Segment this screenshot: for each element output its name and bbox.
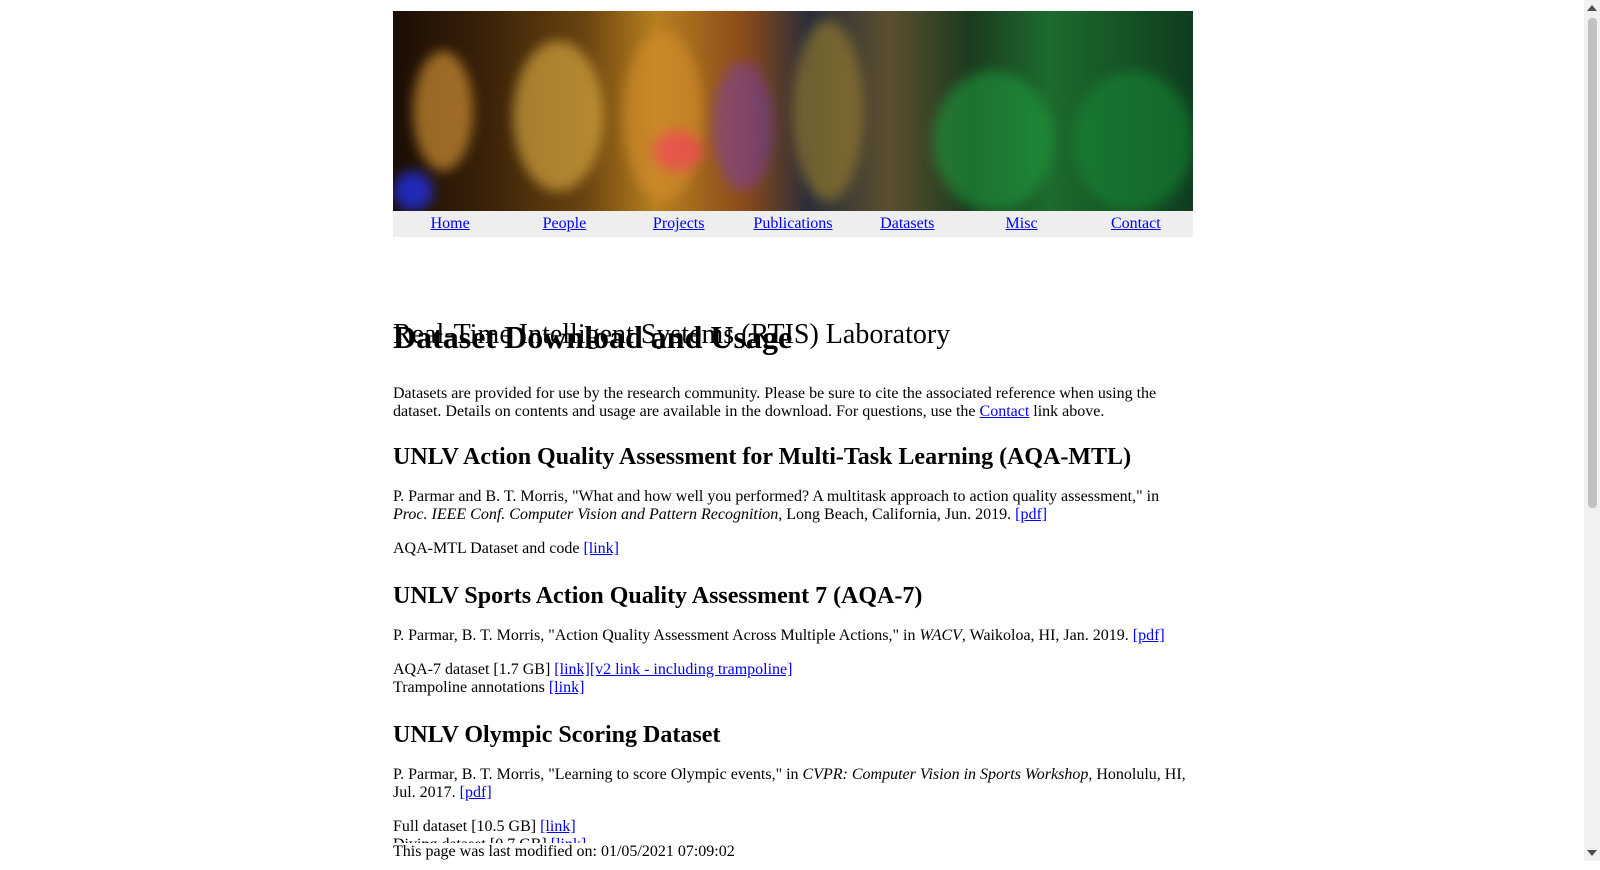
dataset-link[interactable]: [link]: [554, 661, 590, 678]
nav-home[interactable]: Home: [393, 215, 507, 233]
vertical-scrollbar[interactable]: [1584, 0, 1600, 861]
pdf-link[interactable]: [pdf]: [1133, 627, 1165, 644]
section-title: UNLV Sports Action Quality Assessment 7 …: [393, 583, 923, 609]
scrollbar-thumb[interactable]: [1588, 18, 1597, 508]
pdf-link[interactable]: [pdf]: [460, 784, 492, 801]
scroll-down-icon[interactable]: [1587, 850, 1597, 856]
nav-datasets[interactable]: Datasets: [850, 215, 964, 233]
banner-image: [393, 11, 1193, 211]
dataset-line: AQA-MTL Dataset and code [link]: [393, 540, 619, 557]
footer-modified: This page was last modified on: 01/05/20…: [393, 843, 1193, 861]
pdf-link[interactable]: [pdf]: [1015, 506, 1047, 523]
trampoline-link[interactable]: [link]: [549, 679, 585, 696]
page-heading: Dataset Download and Usage: [393, 319, 793, 355]
nav-people[interactable]: People: [507, 215, 621, 233]
citation: P. Parmar and B. T. Morris, "What and ho…: [393, 488, 1160, 523]
main-content: Datasets are provided for use by the res…: [393, 385, 1193, 870]
dataset-link[interactable]: [link]: [583, 540, 619, 557]
section-olympic: UNLV Olympic Scoring Dataset P. Parmar, …: [393, 721, 1193, 854]
citation: P. Parmar, B. T. Morris, "Learning to sc…: [393, 766, 1186, 801]
nav-misc[interactable]: Misc: [965, 215, 1079, 233]
page-container: Real-Time Intelligent Systems (RTIS) Lab…: [393, 11, 1193, 853]
dataset-lines: AQA-7 dataset [1.7 GB] [link][v2 link - …: [393, 661, 793, 696]
intro-contact-link[interactable]: Contact: [980, 403, 1030, 420]
section-title: UNLV Olympic Scoring Dataset: [393, 722, 721, 748]
intro-paragraph: Datasets are provided for use by the res…: [393, 385, 1157, 420]
nav-projects[interactable]: Projects: [622, 215, 736, 233]
section-aqa-7: UNLV Sports Action Quality Assessment 7 …: [393, 582, 1193, 697]
citation: P. Parmar, B. T. Morris, "Action Quality…: [393, 627, 1165, 644]
nav-contact[interactable]: Contact: [1079, 215, 1193, 233]
main-nav: Home People Projects Publications Datase…: [393, 211, 1193, 237]
full-dataset-link[interactable]: [link]: [540, 818, 576, 835]
section-title: UNLV Action Quality Assessment for Multi…: [393, 444, 1132, 470]
dataset-v2-link[interactable]: [v2 link - including trampoline]: [590, 661, 793, 678]
nav-publications[interactable]: Publications: [736, 215, 850, 233]
section-aqa-mtl: UNLV Action Quality Assessment for Multi…: [393, 443, 1193, 558]
scroll-up-icon[interactable]: [1587, 5, 1597, 11]
